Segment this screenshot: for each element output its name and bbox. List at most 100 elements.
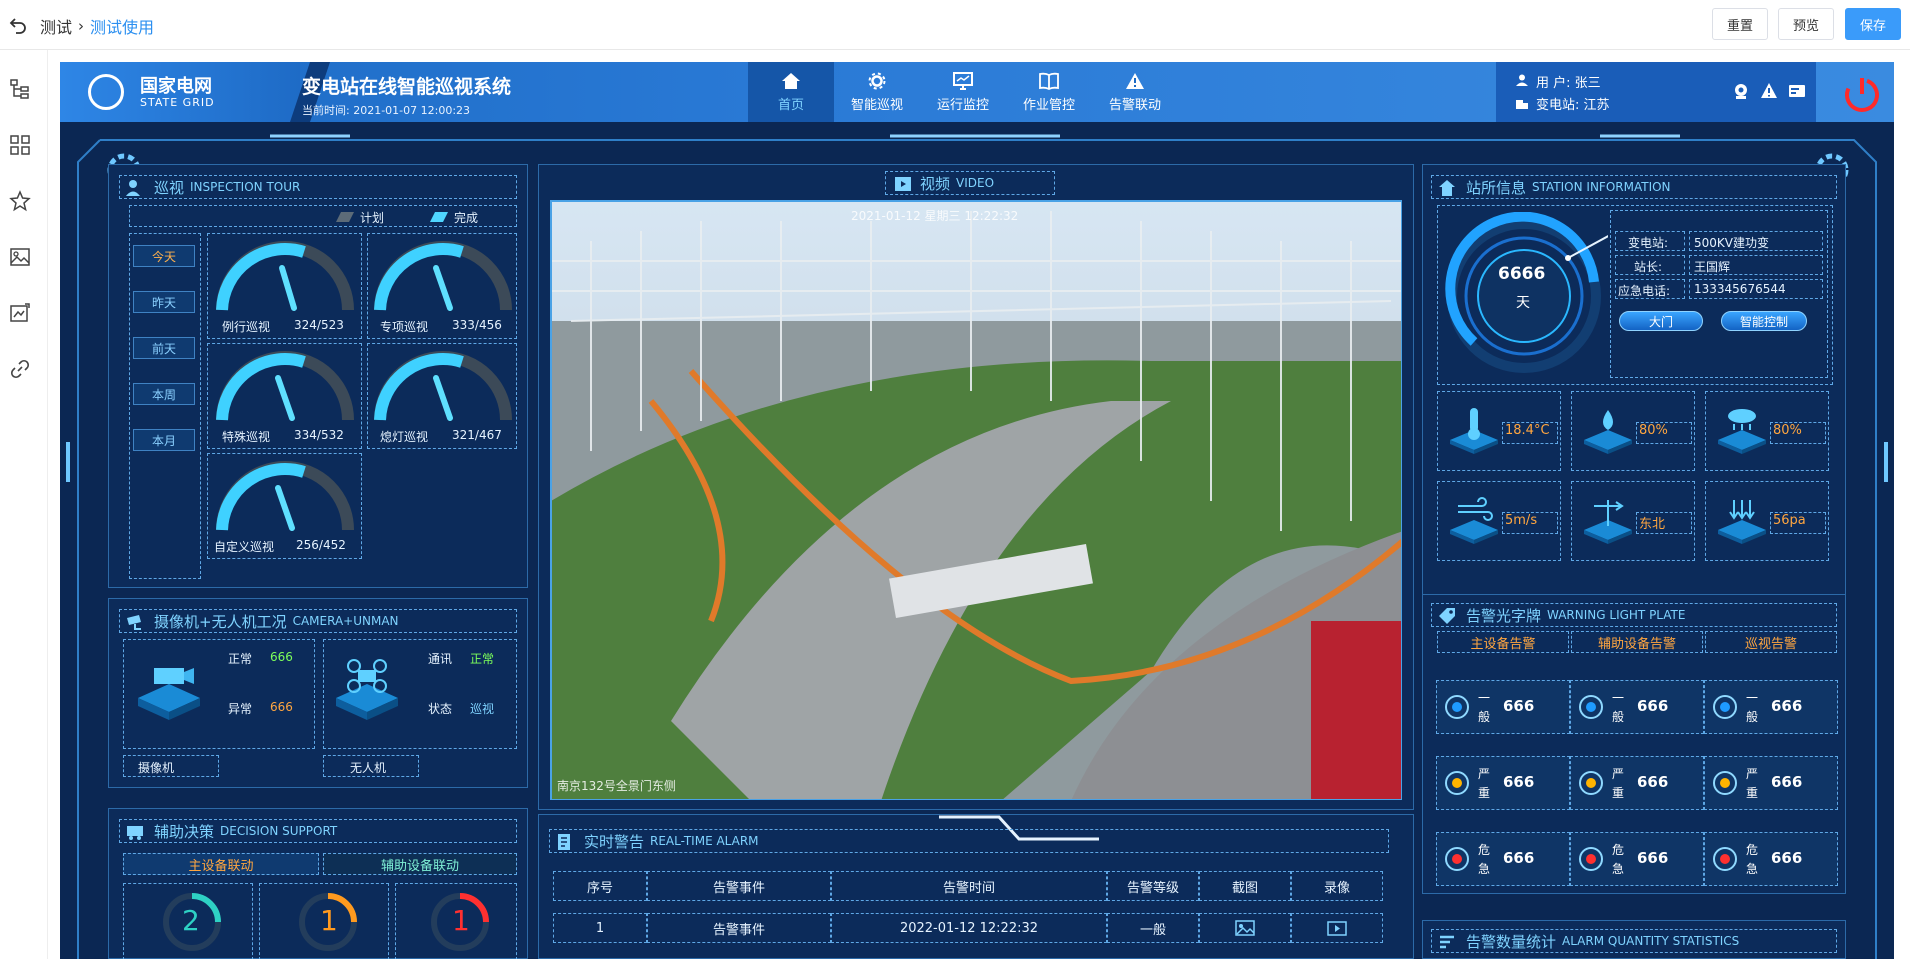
gauge-dial [216,351,354,421]
undo-icon[interactable] [8,14,28,34]
warn-main-critical[interactable]: 危急 666 [1436,832,1570,886]
time-value: 2021-01-07 12:00:23 [353,104,471,117]
level-label: 一般 [1611,691,1624,724]
aux-device-link-button[interactable]: 辅助设备联动 [323,853,517,875]
warn-aux-general[interactable]: 一般 666 [1570,680,1704,734]
thermometer-icon [1450,408,1498,454]
main-device-link-button[interactable]: 主设备联动 [123,853,319,875]
cam-abnormal-label: 异常 [228,702,253,716]
warn-patrol-general[interactable]: 一般 666 [1704,680,1838,734]
warn-main-serious[interactable]: 严重 666 [1436,756,1570,810]
light-indicator [1579,847,1603,871]
row-time: 2022-01-12 12:22:32 [831,913,1107,943]
link-icon[interactable] [9,358,31,380]
breadcrumb-current[interactable]: 测试使用 [90,14,154,38]
level-label: 严重 [1745,767,1758,800]
uav-status-block: 通讯 正常 状态 巡视 [323,639,517,749]
preview-button[interactable]: 预览 [1778,8,1834,40]
grid-icon[interactable] [9,134,31,156]
gauge-name: 熄灯巡视 [380,430,429,444]
bar-list-icon [1440,935,1454,949]
ring-value: 1 [320,904,338,937]
substation-video-frame [551,201,1401,799]
warn-patrol-critical[interactable]: 危急 666 [1704,832,1838,886]
day-before-yesterday[interactable]: 前天 [133,337,195,359]
uav-comm-value: 正常 [470,652,495,666]
env-value: 18.4°C [1502,422,1558,444]
inspection-title-cn: 巡视 [154,178,185,197]
nav-alarm-linkage[interactable]: 告警联动 [1092,62,1178,122]
row-recording[interactable] [1291,913,1383,943]
system-header: 国家电网 STATE GRID 变电站在线智能巡视系统 当前时间: 2021-0… [60,62,1894,122]
gauge-special-patrol: 特殊巡视 334/532 [207,343,362,449]
user-icon [1516,74,1528,86]
reset-button[interactable]: 重置 [1712,8,1768,40]
level-label: 严重 [1477,767,1490,800]
nav-work-control[interactable]: 作业管控 [1006,62,1092,122]
breadcrumb-root[interactable]: 测试 [40,14,72,38]
decision-ring-2: 1 [259,883,389,959]
nav-smart-inspection[interactable]: 智能巡视 [834,62,920,122]
plan-legend-swatch [336,212,354,222]
tree-icon[interactable] [9,78,31,100]
col-recording: 录像 [1291,871,1383,901]
video-timestamp: 2021-01-12 星期三 12:22:32 [851,209,1019,223]
logo-cn-text: 国家电网 [140,76,212,97]
done-legend-swatch [430,212,448,222]
alarm-title-cn: 实时警告 [584,832,645,851]
left-toolbar [0,50,48,959]
video-stream[interactable]: 2021-01-12 星期三 12:22:32 南京132号全景门东侧 [550,200,1402,800]
table-row[interactable]: 1 告警事件 2022-01-12 12:22:32 一般 [553,913,1383,943]
inspection-title: 巡视 INSPECTION TOUR [119,175,517,199]
row-event: 告警事件 [647,913,831,943]
warning-title-cn: 告警光字牌 [1466,606,1542,625]
image-icon[interactable] [9,246,31,268]
alarm-title: 实时警告 REAL-TIME ALARM [549,829,1389,853]
smart-control-button[interactable]: 智能控制 [1721,311,1807,331]
save-button[interactable]: 保存 [1845,8,1901,40]
camera-ball-icon[interactable] [1732,82,1750,100]
star-icon[interactable] [9,190,31,212]
stats-title-cn: 告警数量统计 [1466,932,1557,951]
light-indicator [1445,771,1469,795]
power-icon[interactable] [1842,74,1882,114]
chart-image-icon[interactable] [9,302,31,324]
decision-title: 辅助决策 DECISION SUPPORT [119,819,517,843]
day-this-week[interactable]: 本周 [133,383,195,405]
drone-icon [336,659,398,720]
warn-patrol-serious[interactable]: 严重 666 [1704,756,1838,810]
row-level: 一般 [1107,913,1199,943]
day-this-month[interactable]: 本月 [133,429,195,451]
truck-icon [127,826,143,840]
snapshot-icon[interactable] [1235,920,1255,936]
logo-mark [88,74,124,110]
warn-aux-critical[interactable]: 危急 666 [1570,832,1704,886]
video-icon [895,177,911,191]
card-icon[interactable] [1788,82,1806,100]
level-value: 666 [1503,697,1535,715]
warn-main-general[interactable]: 一般 666 [1436,680,1570,734]
day-today[interactable]: 今天 [133,245,195,267]
row-snapshot[interactable] [1199,913,1291,943]
gauge-dial [216,241,354,311]
decision-ring-1: 2 [123,883,253,959]
alert-icon[interactable] [1760,82,1778,100]
light-indicator [1579,695,1603,719]
gate-button[interactable]: 大门 [1619,311,1703,331]
phone-value-box: 133345676544 [1689,279,1823,299]
home-icon [782,72,800,89]
env-humidity: 80% [1571,391,1695,471]
level-value: 666 [1771,849,1803,867]
warn-aux-serious[interactable]: 严重 666 [1570,756,1704,810]
gauge-routine: 例行巡视 324/523 [207,233,362,339]
stats-title: 告警数量统计 ALARM QUANTITY STATISTICS [1431,929,1837,953]
alarm-stats-panel: 告警数量统计 ALARM QUANTITY STATISTICS [1422,920,1846,959]
station-title-cn: 站所信息 [1466,178,1527,197]
nav-run-monitor[interactable]: 运行监控 [920,62,1006,122]
day-yesterday[interactable]: 昨天 [133,291,195,313]
level-label: 一般 [1745,691,1758,724]
tag-icon [1439,608,1455,624]
recording-icon[interactable] [1327,920,1347,936]
nav-home[interactable]: 首页 [748,62,834,122]
env-pressure: 56pa [1705,481,1829,561]
